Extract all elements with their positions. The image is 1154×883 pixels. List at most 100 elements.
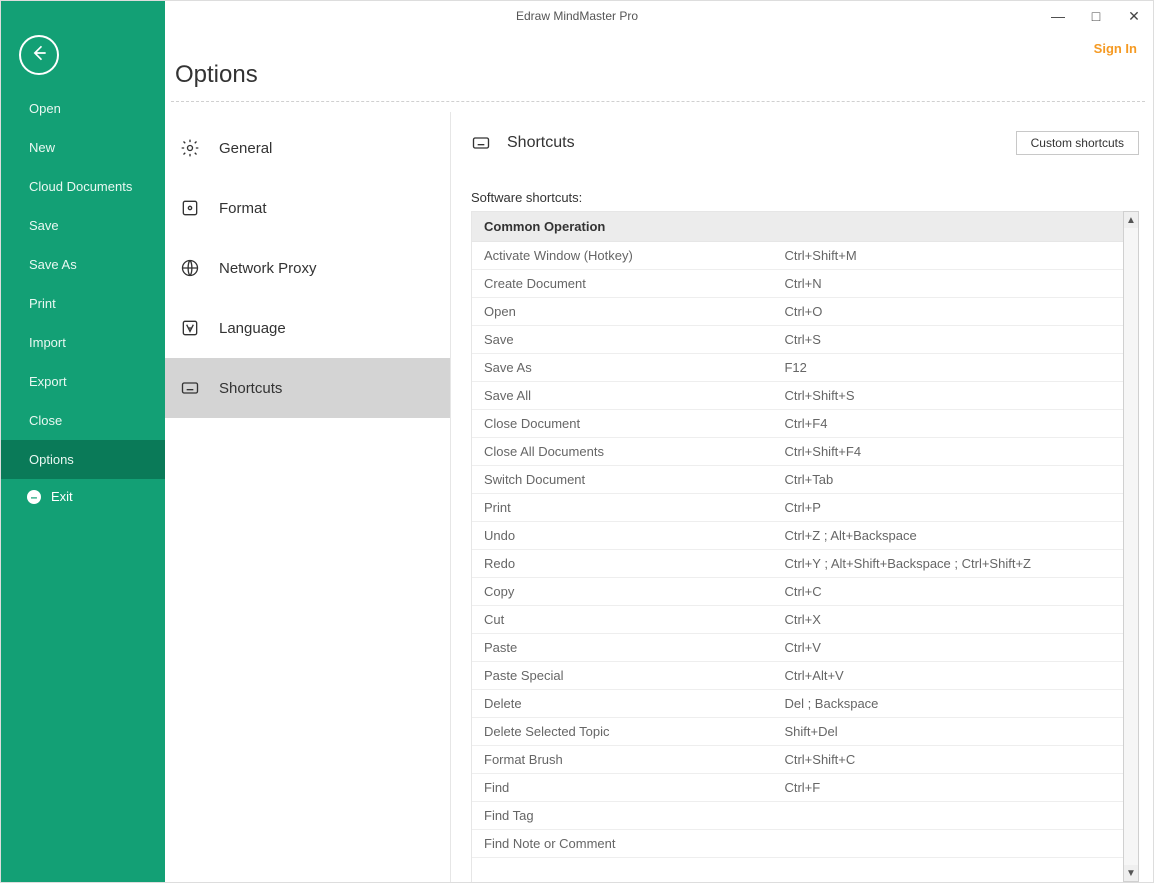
shortcut-row[interactable]: Save AsF12 — [472, 354, 1123, 382]
shortcut-row[interactable]: Close All DocumentsCtrl+Shift+F4 — [472, 438, 1123, 466]
keyboard-icon — [471, 133, 491, 153]
shortcut-action: Close Document — [472, 416, 784, 431]
shortcut-keys: Ctrl+V — [784, 640, 1123, 655]
shortcut-keys: Ctrl+Shift+M — [784, 248, 1123, 263]
format-icon — [179, 197, 201, 219]
shortcut-row[interactable]: Paste SpecialCtrl+Alt+V — [472, 662, 1123, 690]
shortcut-action: Paste — [472, 640, 784, 655]
panel-header-left: Shortcuts — [471, 133, 575, 153]
sidebar-item-close[interactable]: Close — [1, 401, 165, 440]
shortcut-action: Find Note or Comment — [472, 836, 784, 851]
shortcut-action: Paste Special — [472, 668, 784, 683]
sidebar-item-label: Cloud Documents — [29, 179, 132, 194]
sidebar-item-label: Save As — [29, 257, 77, 272]
shortcut-action: Find — [472, 780, 784, 795]
sidebar-item-exit[interactable]: – Exit — [1, 479, 165, 514]
shortcut-row[interactable]: Find Note or Comment — [472, 830, 1123, 858]
shortcut-keys: Ctrl+Shift+F4 — [784, 444, 1123, 459]
section-title: Software shortcuts: — [471, 190, 1139, 205]
shortcut-action: Copy — [472, 584, 784, 599]
shortcut-action: Format Brush — [472, 752, 784, 767]
app-title: Edraw MindMaster Pro — [516, 9, 638, 23]
shortcut-action: Redo — [472, 556, 784, 571]
backstage-sidebar: Open New Cloud Documents Save Save As Print Im… — [1, 31, 165, 882]
keyboard-icon — [179, 377, 201, 399]
shortcut-row[interactable]: Delete Selected TopicShift+Del — [472, 718, 1123, 746]
category-network-proxy[interactable]: Network Proxy — [165, 238, 450, 298]
custom-shortcuts-button[interactable]: Custom shortcuts — [1016, 131, 1139, 155]
category-label: Shortcuts — [219, 380, 282, 397]
shortcut-row[interactable]: PrintCtrl+P — [472, 494, 1123, 522]
shortcut-keys: F12 — [784, 360, 1123, 375]
shortcut-action: Close All Documents — [472, 444, 784, 459]
sidebar-item-open[interactable]: Open — [1, 89, 165, 128]
shortcut-keys: Ctrl+N — [784, 276, 1123, 291]
content-row: General Format Network Proxy Language Shortc… — [165, 102, 1153, 882]
scroll-up-icon[interactable]: ▲ — [1124, 212, 1138, 228]
shortcut-row[interactable]: Save AllCtrl+Shift+S — [472, 382, 1123, 410]
shortcut-keys: Ctrl+X — [784, 612, 1123, 627]
category-format[interactable]: Format — [165, 178, 450, 238]
vertical-scrollbar[interactable]: ▲ ▼ — [1123, 211, 1139, 882]
shortcut-action: Save All — [472, 388, 784, 403]
sidebar-item-cloud-documents[interactable]: Cloud Documents — [1, 167, 165, 206]
shortcut-row[interactable]: PasteCtrl+V — [472, 634, 1123, 662]
maximize-button[interactable]: □ — [1077, 1, 1115, 31]
shortcut-keys: Ctrl+P — [784, 500, 1123, 515]
sidebar-item-save[interactable]: Save — [1, 206, 165, 245]
shortcut-keys: Ctrl+Shift+S — [784, 388, 1123, 403]
sidebar-item-export[interactable]: Export — [1, 362, 165, 401]
category-general[interactable]: General — [165, 118, 450, 178]
shortcuts-table-wrap: Common Operation Activate Window (Hotkey… — [471, 211, 1139, 882]
sidebar-item-label: Print — [29, 296, 56, 311]
sign-in-link[interactable]: Sign In — [1094, 41, 1137, 56]
shortcut-row[interactable]: Activate Window (Hotkey)Ctrl+Shift+M — [472, 242, 1123, 270]
shortcut-row[interactable]: DeleteDel ; Backspace — [472, 690, 1123, 718]
shortcut-action: Delete Selected Topic — [472, 724, 784, 739]
sidebar-item-new[interactable]: New — [1, 128, 165, 167]
shortcut-keys: Ctrl+Z ; Alt+Backspace — [784, 528, 1123, 543]
back-button[interactable] — [19, 35, 59, 75]
shortcut-action: Save As — [472, 360, 784, 375]
minimize-button[interactable]: — — [1039, 1, 1077, 31]
close-button[interactable]: ✕ — [1115, 1, 1153, 31]
shortcut-row[interactable]: Format BrushCtrl+Shift+C — [472, 746, 1123, 774]
shortcut-action: Find Tag — [472, 808, 784, 823]
sidebar-item-label: Save — [29, 218, 59, 233]
shortcut-keys: Ctrl+Y ; Alt+Shift+Backspace ; Ctrl+Shif… — [784, 556, 1123, 571]
shortcuts-table: Common Operation Activate Window (Hotkey… — [471, 211, 1124, 882]
globe-icon — [179, 257, 201, 279]
sidebar-item-label: Export — [29, 374, 67, 389]
shortcut-action: Undo — [472, 528, 784, 543]
shortcut-row[interactable]: OpenCtrl+O — [472, 298, 1123, 326]
shortcut-keys: Shift+Del — [784, 724, 1123, 739]
category-language[interactable]: Language — [165, 298, 450, 358]
shortcut-row[interactable]: SaveCtrl+S — [472, 326, 1123, 354]
shortcut-row[interactable]: CutCtrl+X — [472, 606, 1123, 634]
sidebar-item-save-as[interactable]: Save As — [1, 245, 165, 284]
page-title: Options — [171, 31, 1153, 101]
sidebar-item-label: New — [29, 140, 55, 155]
scroll-down-icon[interactable]: ▼ — [1124, 865, 1138, 881]
category-label: Format — [219, 200, 267, 217]
shortcut-row[interactable]: RedoCtrl+Y ; Alt+Shift+Backspace ; Ctrl+… — [472, 550, 1123, 578]
shortcut-row[interactable]: FindCtrl+F — [472, 774, 1123, 802]
sidebar-item-import[interactable]: Import — [1, 323, 165, 362]
app-window: Edraw MindMaster Pro — □ ✕ Open New Cloud … — [0, 0, 1154, 883]
shortcut-row[interactable]: Find Tag — [472, 802, 1123, 830]
shortcut-row[interactable]: Create DocumentCtrl+N — [472, 270, 1123, 298]
shortcut-action: Switch Document — [472, 472, 784, 487]
shortcut-row[interactable]: Close DocumentCtrl+F4 — [472, 410, 1123, 438]
category-label: Language — [219, 320, 286, 337]
shortcut-action: Create Document — [472, 276, 784, 291]
sidebar-item-label: Close — [29, 413, 62, 428]
shortcut-keys: Ctrl+F — [784, 780, 1123, 795]
category-shortcuts[interactable]: Shortcuts — [165, 358, 450, 418]
sidebar-item-options[interactable]: Options — [1, 440, 165, 479]
shortcut-row[interactable]: Switch DocumentCtrl+Tab — [472, 466, 1123, 494]
sidebar-item-print[interactable]: Print — [1, 284, 165, 323]
shortcut-row[interactable]: CopyCtrl+C — [472, 578, 1123, 606]
shortcut-row[interactable]: UndoCtrl+Z ; Alt+Backspace — [472, 522, 1123, 550]
shortcut-action: Activate Window (Hotkey) — [472, 248, 784, 263]
shortcut-action: Delete — [472, 696, 784, 711]
